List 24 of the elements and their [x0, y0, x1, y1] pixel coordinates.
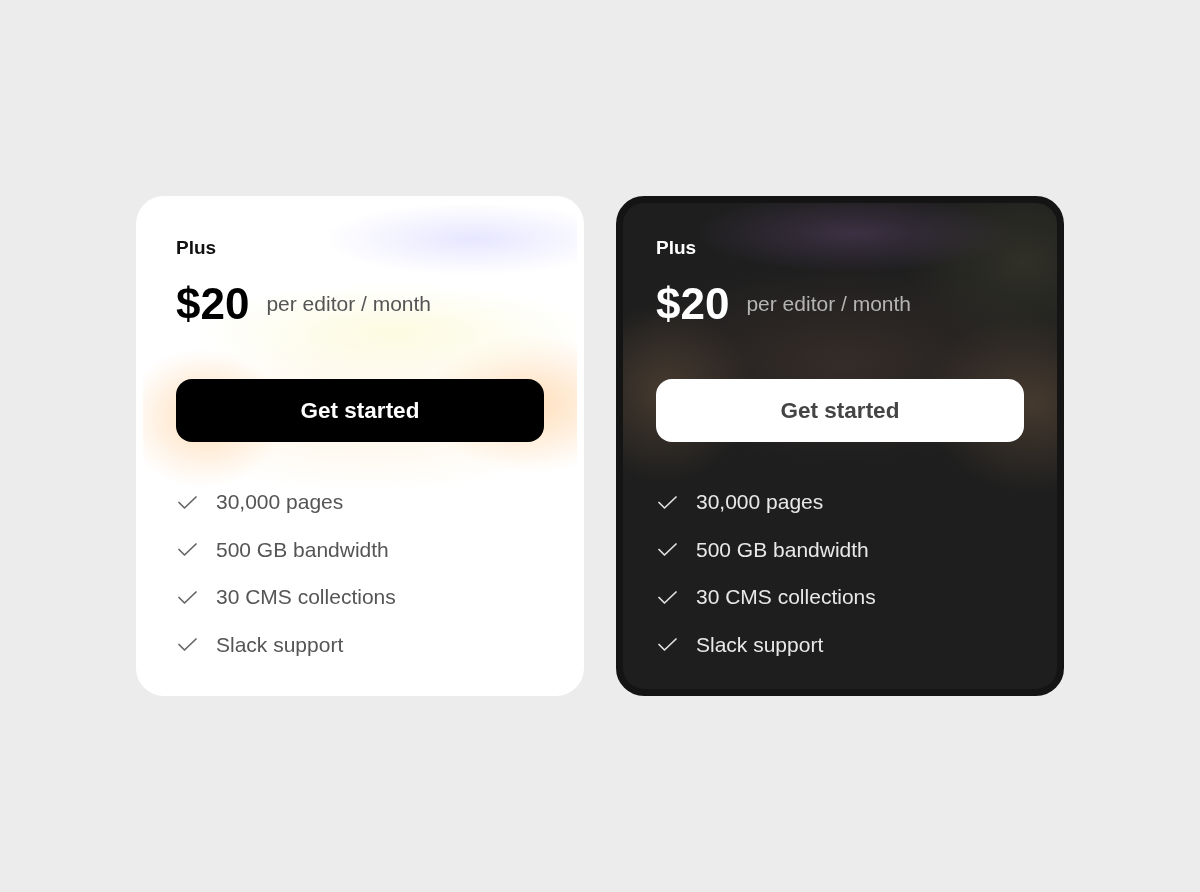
- check-icon: [658, 590, 677, 604]
- price-period: per editor / month: [266, 291, 431, 317]
- feature-text: 500 GB bandwidth: [216, 536, 389, 563]
- feature-text: Slack support: [216, 631, 344, 658]
- check-icon: [178, 638, 197, 651]
- check-icon: [178, 495, 197, 509]
- price: $20: [656, 280, 730, 328]
- feature-text: Slack support: [696, 631, 824, 658]
- get-started-button[interactable]: Get started: [176, 379, 544, 442]
- check-icon: [658, 543, 677, 556]
- check-icon: [658, 495, 677, 509]
- check-icon: [658, 638, 677, 651]
- price: $20: [176, 280, 250, 328]
- feature-text: 30 CMS collections: [216, 584, 396, 610]
- check-icon: [178, 590, 197, 604]
- feature-text: 30,000 pages: [696, 489, 824, 515]
- feature-text: 30,000 pages: [216, 489, 344, 515]
- check-icon: [178, 543, 197, 556]
- feature-text: 30 CMS collections: [696, 584, 876, 610]
- plan-name: Plus: [176, 236, 217, 260]
- get-started-button[interactable]: Get started: [656, 379, 1024, 442]
- feature-text: 500 GB bandwidth: [696, 536, 869, 563]
- price-period: per editor / month: [746, 291, 911, 317]
- plan-name: Plus: [656, 236, 697, 260]
